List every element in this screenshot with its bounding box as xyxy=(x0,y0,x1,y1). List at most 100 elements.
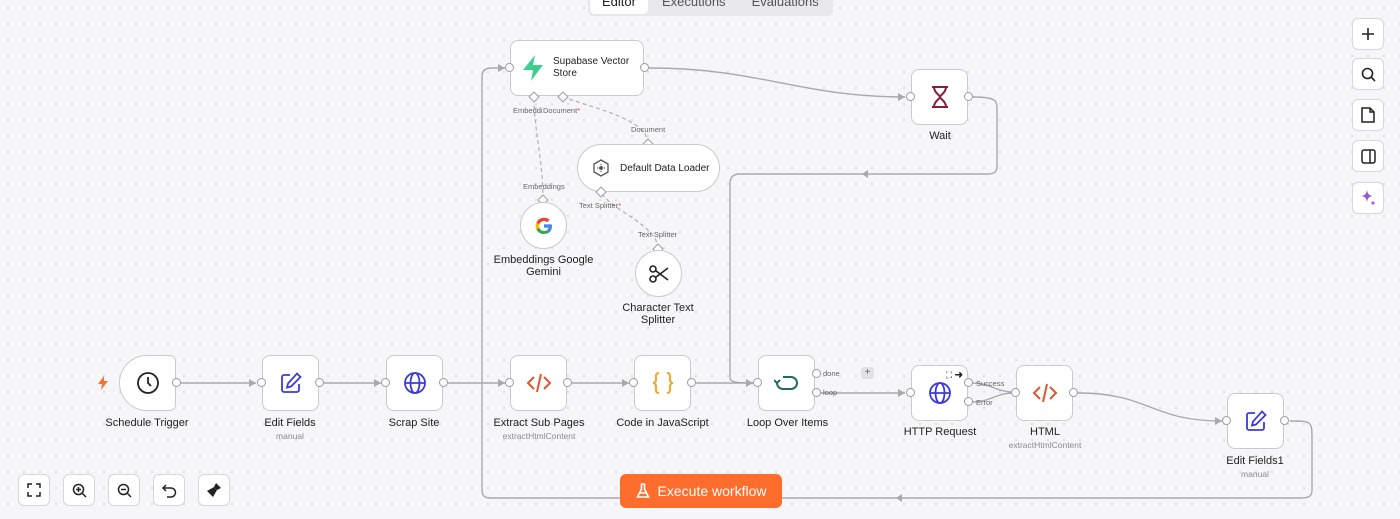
node-edit-fields[interactable] xyxy=(262,355,319,411)
fit-view-button[interactable] xyxy=(18,474,50,506)
port-out-loop-done[interactable] xyxy=(812,369,821,378)
pencil-square-icon xyxy=(1244,409,1268,433)
sparkle-icon xyxy=(1359,189,1377,207)
undo-icon xyxy=(161,483,177,498)
node-label: Loop Over Items xyxy=(746,417,829,429)
edge-supabase-wait xyxy=(648,67,906,98)
node-code-javascript[interactable] xyxy=(634,355,691,411)
loader-icon xyxy=(592,159,610,177)
execute-workflow-button[interactable]: Execute workflow xyxy=(620,474,782,508)
toggle-panel-button[interactable] xyxy=(1352,140,1384,172)
port-out-html[interactable] xyxy=(1069,388,1078,397)
view-tabs: Editor Executions Evaluations xyxy=(588,0,833,16)
broom-icon xyxy=(206,482,222,498)
port-in-code[interactable] xyxy=(629,378,638,387)
undo-button[interactable] xyxy=(153,474,185,506)
node-subtitle: manual xyxy=(276,431,304,441)
port-in-supabase[interactable] xyxy=(505,63,514,72)
node-label: HTML xyxy=(1030,426,1060,438)
google-icon xyxy=(535,217,553,235)
port-out-schedule[interactable] xyxy=(172,378,181,387)
port-in-edit-fields[interactable] xyxy=(257,378,266,387)
node-html[interactable] xyxy=(1016,365,1073,421)
port-out-supabase[interactable] xyxy=(640,63,649,72)
plus-icon xyxy=(1361,27,1375,41)
output-label-success: Success xyxy=(976,379,1005,388)
add-sticky-note-button[interactable] xyxy=(1352,99,1384,131)
port-out-wait[interactable] xyxy=(964,92,973,101)
node-embeddings-google-gemini[interactable] xyxy=(520,202,567,249)
execute-workflow-label: Execute workflow xyxy=(657,483,767,499)
clock-icon xyxy=(136,371,160,395)
node-label: Schedule Trigger xyxy=(105,417,189,429)
zoom-out-button[interactable] xyxy=(108,474,140,506)
port-out-loop-loop[interactable] xyxy=(812,388,821,397)
node-edit-fields1[interactable] xyxy=(1227,393,1284,449)
node-label: Scrap Site xyxy=(388,417,440,429)
node-extract-sub-pages[interactable] xyxy=(510,355,567,411)
node-label: Edit Fields xyxy=(264,417,316,429)
input-label-document: Document* xyxy=(543,106,581,115)
supabase-icon xyxy=(521,55,545,81)
node-subtitle: extractHtmlContent xyxy=(502,431,576,441)
port-out-edit-fields1[interactable] xyxy=(1280,416,1289,425)
output-label-embeddings: Embeddings xyxy=(523,182,565,191)
panel-icon xyxy=(1360,148,1376,164)
node-label: HTTP Request xyxy=(903,426,977,438)
port-in-html[interactable] xyxy=(1011,388,1020,397)
node-http-request[interactable]: ⛶ ➜ xyxy=(911,365,968,421)
node-label: Character Text Splitter xyxy=(622,302,694,326)
loop-icon xyxy=(773,372,800,394)
add-node-button[interactable]: + xyxy=(861,367,874,379)
node-supabase-vector-store[interactable]: Supabase Vector Store xyxy=(510,40,644,96)
node-toolbar-icons: ⛶ ➜ xyxy=(945,370,963,380)
zoom-out-icon xyxy=(117,483,132,498)
search-nodes-button[interactable] xyxy=(1352,58,1384,90)
trigger-bolt-icon xyxy=(98,376,108,390)
tab-editor[interactable]: Editor xyxy=(590,0,648,14)
output-label-error: Error xyxy=(976,398,993,407)
tidy-up-button[interactable] xyxy=(198,474,230,506)
port-in-http[interactable] xyxy=(906,388,915,397)
edge-html-editfields1 xyxy=(1077,392,1223,422)
port-in-loop[interactable] xyxy=(753,378,762,387)
node-label: Embeddings Google Gemini xyxy=(493,254,594,278)
port-out-http-error[interactable] xyxy=(964,397,973,406)
sticky-note-icon xyxy=(1361,107,1375,123)
port-out-edit-fields[interactable] xyxy=(315,378,324,387)
ai-assistant-button[interactable] xyxy=(1352,182,1384,214)
port-out-extract[interactable] xyxy=(563,378,572,387)
pencil-square-icon xyxy=(279,371,303,395)
node-label: Edit Fields1 xyxy=(1226,455,1284,467)
add-node-button[interactable] xyxy=(1352,18,1384,50)
node-scrap-site[interactable] xyxy=(386,355,443,411)
edge-loader-supabase xyxy=(562,96,649,145)
port-in-edit-fields1[interactable] xyxy=(1222,416,1231,425)
tab-evaluations[interactable]: Evaluations xyxy=(740,0,831,14)
input-label-embedding: Embeddi xyxy=(513,106,543,115)
port-out-scrap-site[interactable] xyxy=(439,378,448,387)
code-icon xyxy=(1032,382,1058,404)
hourglass-icon xyxy=(930,85,950,109)
zoom-in-icon xyxy=(72,483,87,498)
tab-executions[interactable]: Executions xyxy=(650,0,738,14)
node-default-data-loader[interactable]: Default Data Loader xyxy=(577,144,720,192)
globe-icon xyxy=(403,371,427,395)
zoom-in-button[interactable] xyxy=(63,474,95,506)
port-in-extract[interactable] xyxy=(505,378,514,387)
port-out-code[interactable] xyxy=(687,378,696,387)
node-label: Supabase Vector Store xyxy=(553,56,630,79)
connections-layer xyxy=(181,64,1313,502)
port-in-scrap-site[interactable] xyxy=(381,378,390,387)
output-label-loop: loop xyxy=(823,388,838,397)
port-out-http-success[interactable] xyxy=(964,378,973,387)
node-character-text-splitter[interactable] xyxy=(635,250,682,297)
node-wait[interactable] xyxy=(911,69,968,125)
node-schedule-trigger[interactable] xyxy=(119,355,176,411)
node-subtitle: manual xyxy=(1241,469,1269,479)
input-label-document-top: Document xyxy=(631,125,666,134)
node-loop-over-items[interactable] xyxy=(758,355,815,411)
node-label: Extract Sub Pages xyxy=(493,417,585,429)
fit-view-icon xyxy=(27,483,41,497)
port-in-wait[interactable] xyxy=(906,92,915,101)
